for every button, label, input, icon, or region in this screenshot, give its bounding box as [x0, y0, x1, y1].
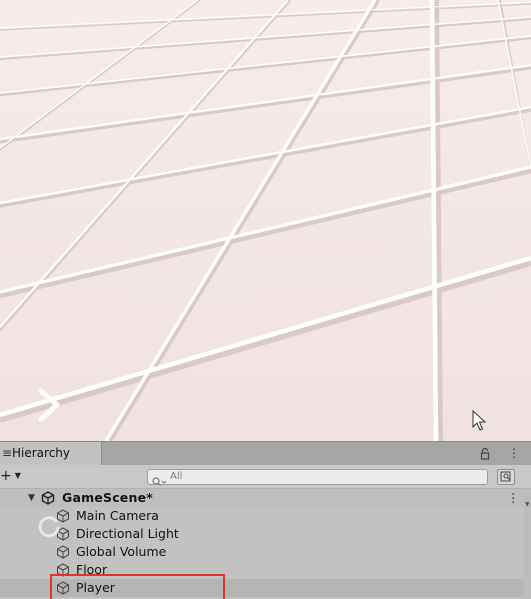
kebab-icon[interactable]: ⋮: [507, 489, 520, 507]
scene-name: GameScene*: [62, 490, 154, 505]
tab-bar: ≡ Hierarchy ⋮: [0, 441, 531, 466]
list-item[interactable]: Global Volume: [0, 543, 524, 561]
add-button[interactable]: + ▼: [0, 467, 28, 485]
chevron-right-icon[interactable]: [36, 388, 62, 422]
list-item[interactable]: Main Camera: [0, 507, 524, 525]
hierarchy-panel: ≡ Hierarchy ⋮ + ▼ All ▼ GameScene* ⋮ Mai…: [0, 441, 531, 599]
object-name: Global Volume: [76, 544, 167, 559]
search-input[interactable]: All: [147, 469, 488, 486]
kebab-icon[interactable]: ⋮: [508, 447, 520, 459]
loading-spinner-icon: [36, 515, 62, 545]
list-item[interactable]: Directional Light: [0, 525, 524, 543]
scroll-arrow-icon[interactable]: ▼: [525, 501, 530, 508]
filter-button[interactable]: [497, 469, 515, 485]
object-name: Main Camera: [76, 508, 159, 523]
floor-grid: [0, 0, 531, 441]
fold-arrow-icon[interactable]: ▼: [28, 489, 35, 507]
hamburger-menu-icon[interactable]: ≡: [2, 442, 12, 465]
mouse-pointer-icon: [472, 410, 488, 432]
scene-viewport[interactable]: [0, 0, 531, 441]
tab-hierarchy[interactable]: ≡ Hierarchy: [0, 442, 102, 466]
highlight-box: [50, 574, 225, 599]
tab-label: Hierarchy: [12, 446, 71, 460]
caret-down-icon: ▼: [14, 471, 21, 480]
scrollbar[interactable]: ▼: [524, 489, 531, 599]
lock-icon[interactable]: [480, 445, 490, 464]
search-placeholder: All: [170, 471, 183, 482]
plus-icon: +: [0, 468, 12, 484]
hierarchy-toolbar: + ▼ All: [0, 465, 531, 489]
scene-row[interactable]: ▼ GameScene* ⋮: [0, 489, 524, 507]
object-name: Directional Light: [76, 526, 179, 541]
